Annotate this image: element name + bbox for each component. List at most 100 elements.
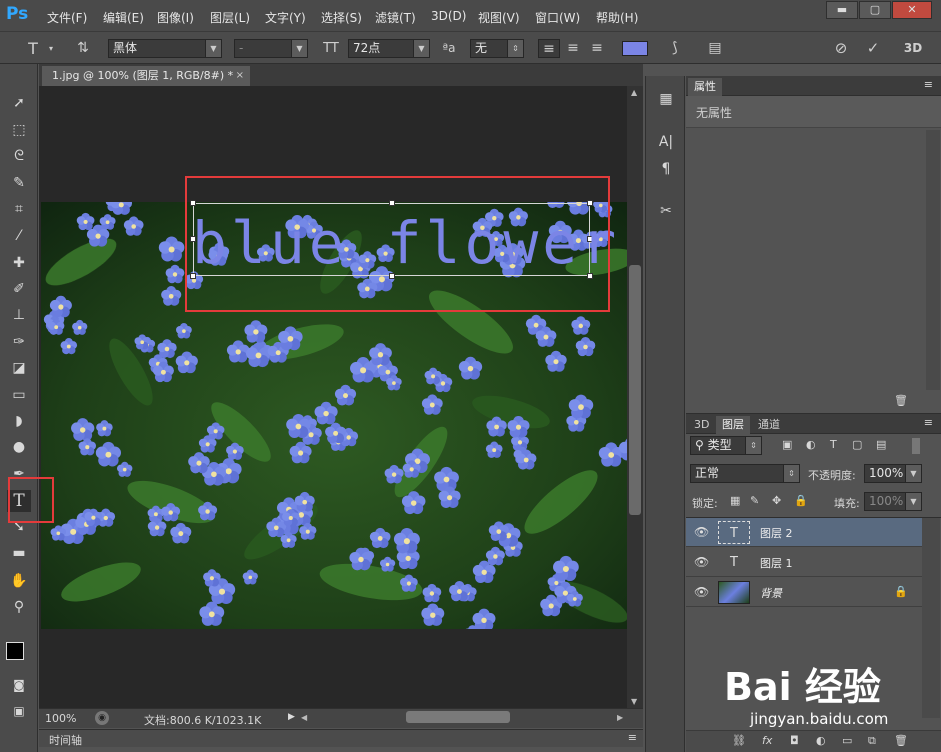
lock-position-icon[interactable]: ✥ (772, 494, 781, 507)
layer-filter-select[interactable]: ⚲ 类型 ⇕ (690, 436, 762, 455)
quick-mask-icon[interactable]: ◙ (7, 674, 31, 696)
lock-pixels-icon[interactable]: ✎ (750, 494, 759, 507)
panel-menu-icon[interactable]: ≡ (924, 78, 933, 91)
timeline-tab[interactable]: 时间轴 (49, 732, 82, 748)
tab-properties[interactable]: 属性 (688, 78, 722, 96)
panel-menu-icon[interactable]: ≡ (628, 731, 637, 744)
menu-edit[interactable]: 编辑(E) (103, 9, 144, 26)
tab-layers[interactable]: 图层 (716, 416, 750, 434)
new-layer-icon[interactable]: ⧉ (868, 734, 876, 748)
menu-3d[interactable]: 3D(D) (431, 9, 466, 23)
minimize-button[interactable]: ▬ (826, 1, 858, 19)
scroll-down-icon[interactable]: ▼ (631, 697, 637, 706)
lock-transparent-icon[interactable]: ▦ (730, 494, 740, 507)
quick-select-tool-icon[interactable]: ✎ (7, 172, 31, 194)
paragraph-panel-icon[interactable]: ¶ (654, 158, 678, 180)
screen-mode-icon[interactable]: ▣ (7, 700, 31, 722)
close-button[interactable]: ✕ (892, 1, 932, 19)
new-group-icon[interactable]: ▭ (842, 734, 852, 747)
zoom-tool-icon[interactable]: ⚲ (7, 596, 31, 618)
rectangle-tool-icon[interactable]: ▬ (7, 542, 31, 564)
visibility-eye-icon[interactable]: 👁 (694, 585, 709, 599)
trash-icon[interactable]: 🗑 (894, 734, 908, 747)
add-mask-icon[interactable]: ◘ (790, 734, 799, 747)
warp-text-icon[interactable]: ⟆ (664, 39, 686, 58)
filter-pixel-icon[interactable]: ▣ (782, 438, 792, 451)
lock-all-icon[interactable]: 🔒 (794, 494, 808, 507)
commit-edit-icon[interactable]: ✓ (862, 39, 884, 58)
history-brush-tool-icon[interactable]: ✑ (7, 331, 31, 353)
maximize-button[interactable]: ▢ (859, 1, 891, 19)
scroll-up-icon[interactable]: ▲ (631, 88, 637, 97)
brush-tool-icon[interactable]: ✐ (7, 278, 31, 300)
font-size-select[interactable]: 72点 ▼ (348, 39, 430, 58)
adjustment-layer-icon[interactable]: ◐ (816, 734, 826, 747)
font-family-select[interactable]: 黑体 ▼ (108, 39, 222, 58)
layer-style-icon[interactable]: fx (762, 734, 772, 747)
status-info-icon[interactable]: ◉ (95, 711, 109, 725)
properties-scrollbar[interactable] (926, 130, 940, 390)
menu-window[interactable]: 窗口(W) (535, 9, 580, 26)
document-tab[interactable]: 1.jpg @ 100% (图层 1, RGB/8#) * × (42, 66, 250, 86)
filter-smart-object-icon[interactable]: ▤ (876, 438, 886, 451)
type-tool-preset-icon[interactable]: T (22, 39, 44, 58)
menu-view[interactable]: 视图(V) (478, 9, 520, 26)
filter-adjustment-icon[interactable]: ◐ (806, 438, 816, 451)
dodge-tool-icon[interactable]: ● (7, 436, 31, 458)
eyedropper-tool-icon[interactable]: ⁄ (7, 225, 31, 247)
crop-tool-icon[interactable]: ⌗ (7, 198, 31, 220)
vertical-scroll-thumb[interactable] (629, 265, 641, 515)
link-layers-icon[interactable]: ⛓ (732, 734, 746, 747)
history-panel-icon[interactable]: ▦ (654, 88, 678, 110)
hand-tool-icon[interactable]: ✋ (7, 570, 31, 592)
filter-type-icon[interactable]: T (830, 438, 837, 451)
preset-dropdown-icon[interactable]: ▾ (46, 39, 56, 58)
layer-row[interactable]: 👁 T 图层 2 (686, 518, 922, 547)
healing-brush-tool-icon[interactable]: ✚ (7, 252, 31, 274)
status-menu-arrow-icon[interactable]: ▶ (288, 712, 295, 722)
tool-presets-icon[interactable]: ✂ (654, 200, 678, 222)
zoom-level[interactable]: 100% (45, 712, 76, 725)
clone-stamp-tool-icon[interactable]: ⊥ (7, 304, 31, 326)
trash-icon[interactable]: 🗑 (894, 394, 908, 407)
menu-image[interactable]: 图像(I) (157, 9, 194, 26)
filter-toggle[interactable] (912, 438, 920, 454)
menu-file[interactable]: 文件(F) (47, 9, 87, 26)
gradient-tool-icon[interactable]: ▭ (7, 384, 31, 406)
menu-help[interactable]: 帮助(H) (596, 9, 638, 26)
blend-mode-select[interactable]: 正常 ⇕ (690, 464, 800, 483)
3d-mode-button[interactable]: 3D (900, 39, 926, 58)
anti-alias-select[interactable]: 无 ⇕ (470, 39, 524, 58)
visibility-eye-icon[interactable]: 👁 (694, 555, 709, 569)
tab-channels[interactable]: 通道 (752, 416, 786, 434)
font-style-select[interactable]: - ▼ (234, 39, 308, 58)
lasso-tool-icon[interactable]: ᘓ (7, 145, 31, 167)
eraser-tool-icon[interactable]: ◪ (7, 357, 31, 379)
horizontal-scroll-thumb[interactable] (406, 711, 510, 723)
opacity-input[interactable]: 100% ▼ (864, 464, 922, 483)
character-panel-icon[interactable]: ▤ (704, 39, 726, 58)
foreground-color-swatch[interactable] (6, 642, 24, 660)
filter-shape-icon[interactable]: ▢ (852, 438, 862, 451)
menu-type[interactable]: 文字(Y) (265, 9, 306, 26)
toggle-text-orientation-icon[interactable]: ⇅ (72, 39, 94, 58)
menu-filter[interactable]: 滤镜(T) (375, 9, 416, 26)
menu-select[interactable]: 选择(S) (321, 9, 362, 26)
layers-scrollbar[interactable] (922, 518, 940, 718)
scroll-left-icon[interactable]: ◀ (301, 713, 307, 722)
panel-menu-icon[interactable]: ≡ (924, 416, 933, 429)
fill-input[interactable]: 100% ▼ (864, 492, 922, 511)
align-right-icon[interactable]: ≡ (586, 39, 608, 58)
move-tool-icon[interactable]: ➚ (7, 92, 31, 114)
align-center-icon[interactable]: ≡ (562, 39, 584, 58)
close-icon[interactable]: × (236, 66, 244, 86)
menu-layer[interactable]: 图层(L) (210, 9, 250, 26)
scroll-right-icon[interactable]: ▶ (617, 713, 623, 722)
visibility-eye-icon[interactable]: 👁 (694, 525, 709, 539)
marquee-tool-icon[interactable]: ⬚ (7, 119, 31, 141)
layer-row[interactable]: 👁 背景 🔒 (686, 578, 922, 607)
blur-tool-icon[interactable]: ◗ (7, 410, 31, 432)
tab-3d[interactable]: 3D (688, 416, 715, 434)
align-left-icon[interactable]: ≡ (538, 39, 560, 58)
layer-row[interactable]: 👁 T 图层 1 (686, 548, 922, 577)
